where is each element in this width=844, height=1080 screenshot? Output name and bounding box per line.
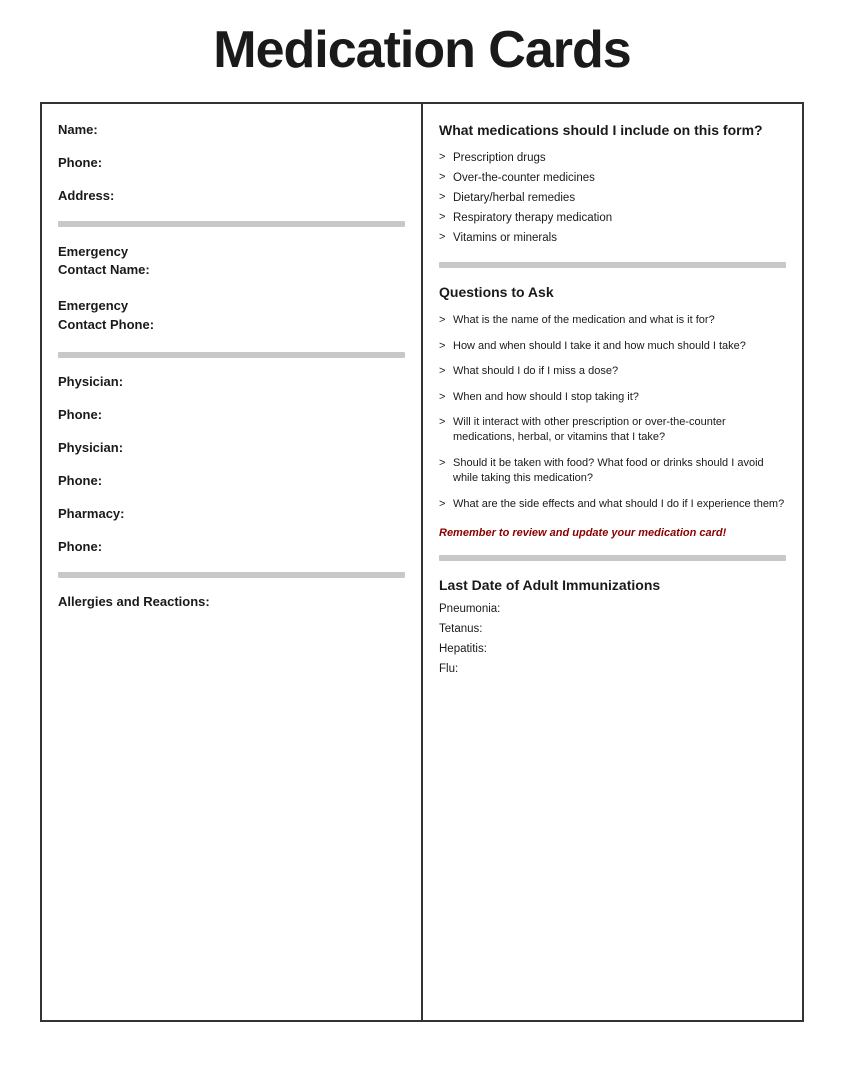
cards-container: Name: Phone: Address: EmergencyContact N… bbox=[40, 102, 804, 1022]
questions-section: Questions to Ask What is the name of the… bbox=[439, 284, 786, 541]
page-title: Medication Cards bbox=[40, 20, 804, 80]
list-item: What is the name of the medication and w… bbox=[439, 310, 786, 331]
immunization-item: Tetanus: bbox=[439, 623, 786, 635]
card-right: What medications should I include on thi… bbox=[423, 102, 804, 1022]
phone-4-label: Phone: bbox=[58, 539, 405, 554]
divider-1 bbox=[58, 221, 405, 227]
pharmacy-label: Pharmacy: bbox=[58, 506, 405, 521]
immunization-item: Hepatitis: bbox=[439, 643, 786, 655]
divider-2 bbox=[58, 352, 405, 358]
immunization-item: Pneumonia: bbox=[439, 603, 786, 615]
medications-title: What medications should I include on thi… bbox=[439, 122, 786, 138]
divider-right-2 bbox=[439, 555, 786, 561]
divider-right-1 bbox=[439, 262, 786, 268]
list-item: Should it be taken with food? What food … bbox=[439, 453, 786, 490]
physician-1-label: Physician: bbox=[58, 374, 405, 389]
name-label: Name: bbox=[58, 122, 405, 137]
medications-section: What medications should I include on thi… bbox=[439, 122, 786, 248]
emergency-contact-phone-label: EmergencyContact Phone: bbox=[58, 297, 405, 333]
phone-3-label: Phone: bbox=[58, 473, 405, 488]
card-left: Name: Phone: Address: EmergencyContact N… bbox=[40, 102, 423, 1022]
list-item: Prescription drugs bbox=[439, 148, 786, 168]
immunizations-section: Last Date of Adult Immunizations Pneumon… bbox=[439, 577, 786, 675]
immunization-item: Flu: bbox=[439, 663, 786, 675]
medications-list: Prescription drugs Over-the-counter medi… bbox=[439, 148, 786, 248]
list-item: Respiratory therapy medication bbox=[439, 208, 786, 228]
list-item: Dietary/herbal remedies bbox=[439, 188, 786, 208]
list-item: Over-the-counter medicines bbox=[439, 168, 786, 188]
phone-2-label: Phone: bbox=[58, 407, 405, 422]
remember-text: Remember to review and update your medic… bbox=[439, 525, 786, 542]
divider-3 bbox=[58, 572, 405, 578]
questions-list: What is the name of the medication and w… bbox=[439, 310, 786, 515]
list-item: How and when should I take it and how mu… bbox=[439, 336, 786, 357]
list-item: When and how should I stop taking it? bbox=[439, 387, 786, 408]
questions-title: Questions to Ask bbox=[439, 284, 786, 300]
phone-label: Phone: bbox=[58, 155, 405, 170]
address-label: Address: bbox=[58, 188, 405, 203]
list-item: Vitamins or minerals bbox=[439, 228, 786, 248]
list-item: What should I do if I miss a dose? bbox=[439, 361, 786, 382]
allergies-label: Allergies and Reactions: bbox=[58, 594, 405, 609]
list-item: What are the side effects and what shoul… bbox=[439, 494, 786, 515]
immunizations-title: Last Date of Adult Immunizations bbox=[439, 577, 786, 593]
emergency-contact-name-label: EmergencyContact Name: bbox=[58, 243, 405, 279]
list-item: Will it interact with other prescription… bbox=[439, 412, 786, 449]
physician-2-label: Physician: bbox=[58, 440, 405, 455]
